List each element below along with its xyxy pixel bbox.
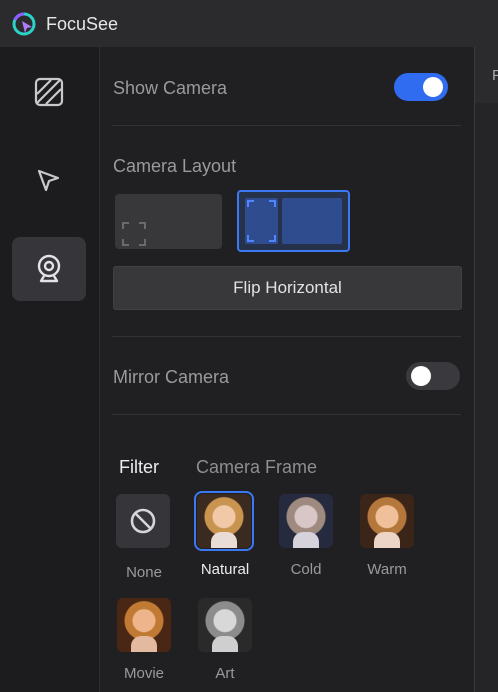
sidebar-item-background[interactable]: [12, 60, 86, 124]
tab-filter[interactable]: Filter: [119, 457, 159, 478]
corner-marks-icon: [247, 200, 276, 242]
preview-panel-edge: F: [474, 47, 498, 692]
filter-movie[interactable]: [117, 598, 171, 652]
layout-option-side-by-side[interactable]: [237, 190, 350, 252]
webcam-icon: [37, 254, 61, 283]
show-camera-label: Show Camera: [113, 78, 228, 98]
flip-horizontal-button[interactable]: Flip Horizontal: [113, 266, 462, 310]
mirror-camera-label: Mirror Camera: [113, 367, 230, 387]
filter-art-label: Art: [215, 665, 235, 682]
filter-warm[interactable]: [360, 494, 414, 548]
preview-panel-partial-label: F: [492, 67, 498, 84]
show-camera-toggle[interactable]: [394, 73, 448, 101]
filter-movie-label: Movie: [123, 665, 164, 682]
focusee-logo-icon: [12, 12, 36, 36]
title-bar: FocuSee: [0, 0, 498, 47]
divider: [112, 414, 461, 415]
divider: [112, 336, 461, 337]
portrait-dress: [211, 532, 237, 548]
portrait-dress: [293, 532, 319, 548]
sidebar-item-cursor[interactable]: [12, 149, 86, 213]
mirror-camera-toggle[interactable]: [406, 362, 460, 390]
cursor-arrow-icon: [37, 169, 60, 192]
filter-cold[interactable]: [279, 494, 333, 548]
hatched-square-icon: [34, 77, 64, 107]
layout-option-fullscreen[interactable]: [115, 194, 222, 249]
toggle-knob: [423, 77, 443, 97]
portrait-dress: [212, 636, 238, 652]
layout-camera-pane: [245, 198, 278, 244]
divider: [112, 125, 461, 126]
filter-natural-label: Natural: [200, 561, 250, 578]
sidebar-item-camera[interactable]: [12, 237, 86, 301]
filter-none-label: None: [126, 564, 162, 581]
filter-none[interactable]: [116, 494, 170, 548]
sidebar: [0, 47, 100, 692]
toggle-knob: [411, 366, 431, 386]
no-filter-icon: [130, 508, 156, 534]
preview-panel-header: F: [475, 47, 498, 103]
filter-natural[interactable]: [194, 491, 254, 551]
tab-camera-frame[interactable]: Camera Frame: [196, 457, 317, 478]
fullscreen-corners-icon: [122, 222, 146, 246]
portrait-dress: [374, 532, 400, 548]
portrait-dress: [131, 636, 157, 652]
filter-warm-label: Warm: [367, 561, 407, 578]
camera-layout-label: Camera Layout: [113, 156, 237, 176]
portrait-thumbnail: [197, 494, 251, 548]
filter-art[interactable]: [198, 598, 252, 652]
layout-screen-pane: [282, 198, 342, 244]
app-title: FocuSee: [46, 14, 119, 34]
filter-cold-label: Cold: [290, 561, 322, 578]
